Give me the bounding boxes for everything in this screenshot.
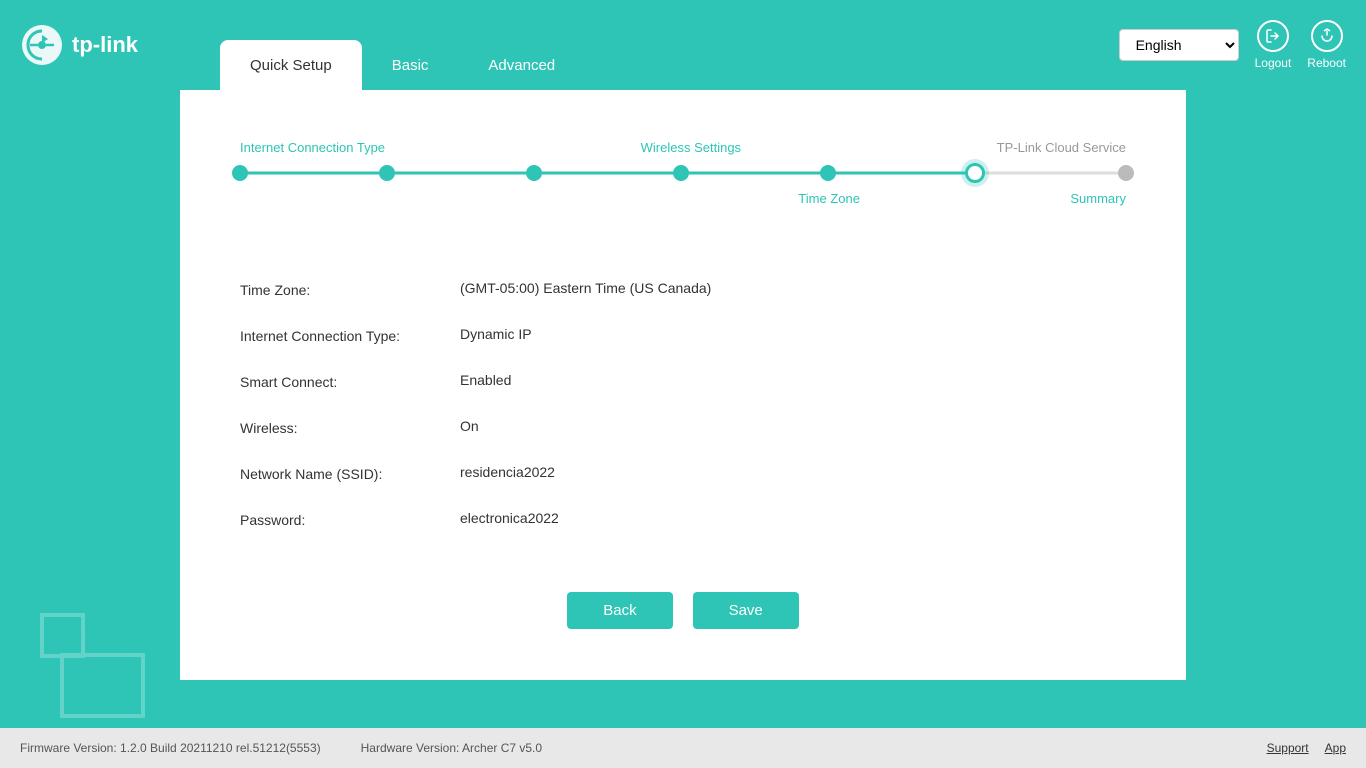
form-row-connection-type: Internet Connection Type: Dynamic IP (240, 312, 1126, 358)
progress-bar: Internet Connection Type Wireless Settin… (240, 120, 1126, 226)
support-link[interactable]: Support (1267, 741, 1309, 755)
back-button[interactable]: Back (567, 592, 672, 629)
value-smart-connect: Enabled (460, 372, 511, 388)
app-link[interactable]: App (1325, 741, 1346, 755)
step-label-tpcloud: TP-Link Cloud Service (997, 140, 1126, 155)
reboot-icon (1311, 20, 1343, 52)
label-password: Password: (240, 510, 460, 528)
value-timezone: (GMT-05:00) Eastern Time (US Canada) (460, 280, 711, 296)
label-connection-type: Internet Connection Type: (240, 326, 460, 344)
value-wireless: On (460, 418, 479, 434)
main-content: Internet Connection Type Wireless Settin… (180, 90, 1186, 680)
header-right: English Español Français Deutsch Logout … (1119, 20, 1346, 70)
buttons-row: Back Save (240, 592, 1126, 629)
label-wireless: Wireless: (240, 418, 460, 436)
logo-text: tp-link (72, 32, 138, 58)
header: tp-link Quick Setup Basic Advanced Engli… (0, 0, 1366, 90)
step-label-timezone: Time Zone (798, 191, 860, 206)
tab-quick-setup[interactable]: Quick Setup (220, 40, 362, 90)
form-row-timezone: Time Zone: (GMT-05:00) Eastern Time (US … (240, 266, 1126, 312)
footer-links: Support App (1267, 741, 1346, 755)
logout-label: Logout (1255, 56, 1292, 70)
value-connection-type: Dynamic IP (460, 326, 532, 342)
value-ssid: residencia2022 (460, 464, 555, 480)
reboot-button[interactable]: Reboot (1307, 20, 1346, 70)
step-dot-timezone (820, 165, 836, 181)
value-password: electronica2022 (460, 510, 559, 526)
form-row-ssid: Network Name (SSID): residencia2022 (240, 450, 1126, 496)
nav-tabs: Quick Setup Basic Advanced (220, 0, 1119, 90)
logo: tp-link (20, 23, 180, 67)
tab-advanced[interactable]: Advanced (458, 40, 585, 90)
form-section: Time Zone: (GMT-05:00) Eastern Time (US … (240, 256, 1126, 552)
form-row-password: Password: electronica2022 (240, 496, 1126, 542)
step-dot-1 (232, 165, 248, 181)
step-dot-3 (526, 165, 542, 181)
step-label-summary: Summary (1070, 191, 1126, 206)
language-select[interactable]: English Español Français Deutsch (1119, 29, 1239, 61)
footer: Firmware Version: 1.2.0 Build 20211210 r… (0, 728, 1366, 768)
step-dot-tpcloud (965, 163, 985, 183)
step-dot-2 (379, 165, 395, 181)
firmware-version: Firmware Version: 1.2.0 Build 20211210 r… (20, 741, 321, 755)
form-row-wireless: Wireless: On (240, 404, 1126, 450)
tp-link-logo-icon (20, 23, 64, 67)
label-timezone: Time Zone: (240, 280, 460, 298)
label-smart-connect: Smart Connect: (240, 372, 460, 390)
step-dot-4 (673, 165, 689, 181)
step-label-internet: Internet Connection Type (240, 140, 385, 155)
logout-icon (1257, 20, 1289, 52)
step-label-wireless: Wireless Settings (641, 140, 741, 155)
reboot-label: Reboot (1307, 56, 1346, 70)
label-ssid: Network Name (SSID): (240, 464, 460, 482)
save-button[interactable]: Save (693, 592, 799, 629)
tab-basic[interactable]: Basic (362, 40, 459, 90)
form-row-smart-connect: Smart Connect: Enabled (240, 358, 1126, 404)
hardware-version: Hardware Version: Archer C7 v5.0 (361, 741, 542, 755)
logout-button[interactable]: Logout (1255, 20, 1292, 70)
step-dot-summary (1118, 165, 1134, 181)
